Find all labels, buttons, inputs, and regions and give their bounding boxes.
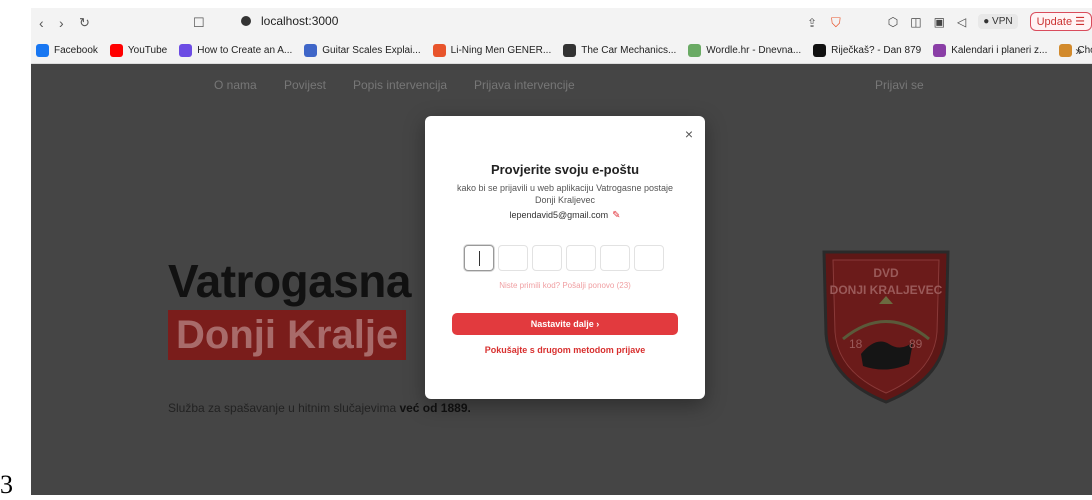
nav-login[interactable]: Prijavi se <box>875 78 924 92</box>
bookmark-favicon-icon <box>933 44 947 57</box>
edit-email-icon[interactable]: ✎ <box>612 210 620 221</box>
site-info-icon[interactable] <box>241 16 251 26</box>
continue-label: Nastavite dalje <box>530 319 594 329</box>
bookmark-favicon-icon <box>36 44 49 57</box>
bookmark-favicon-icon <box>179 44 193 57</box>
bookmark-label: Wordle.hr - Dnevna... <box>706 45 802 56</box>
bookmark-favicon-icon <box>432 44 446 57</box>
code-input-row <box>464 245 664 271</box>
nav-item-popis-intervencija[interactable]: Popis intervencija <box>353 78 447 92</box>
nav-item-o-nama[interactable]: O nama <box>214 78 257 92</box>
browser-toolbar: ‹ › ↻ ☐ localhost:3000 ⇪ ⛉ ⬡ ◫ ▣ ◁ ● VPN… <box>31 8 1092 38</box>
verification-modal: × Provjerite svoju e-poštu kako bi se pr… <box>425 116 705 399</box>
code-digit-input[interactable] <box>566 245 596 271</box>
bookmark-item[interactable]: Guitar Scales Explai... <box>304 44 421 57</box>
modal-email: lependavid5@gmail.com <box>509 210 609 220</box>
bookmark-item[interactable]: Facebook <box>36 44 98 57</box>
bookmark-label: Riječkaš? - Dan 879 <box>831 45 922 56</box>
back-icon[interactable]: ‹ <box>39 13 44 33</box>
code-digit-input[interactable] <box>600 245 630 271</box>
bookmark-item[interactable]: Wordle.hr - Dnevna... <box>688 44 801 57</box>
wallet-icon[interactable]: ▣ <box>934 15 945 29</box>
hero-tagline: Služba za spašavanje u hitnim slučajevim… <box>168 401 471 415</box>
bookmark-label: The Car Mechanics... <box>581 45 677 56</box>
extensions-icon[interactable]: ⬡ <box>888 15 898 29</box>
bookmark-item[interactable]: YouTube <box>109 44 168 57</box>
code-digit-input[interactable] <box>498 245 528 271</box>
continue-arrow-icon: › <box>596 319 600 329</box>
modal-email-row: lependavid5@gmail.com ✎ <box>425 210 705 221</box>
vpn-button[interactable]: ● VPN <box>978 14 1018 29</box>
bookmark-item[interactable]: Kalendari i planeri z... <box>933 44 1047 57</box>
modal-title: Provjerite svoju e-poštu <box>490 162 640 177</box>
nav-item-povijest[interactable]: Povijest <box>284 78 326 92</box>
code-digit-input[interactable] <box>532 245 562 271</box>
bookmark-favicon-icon <box>688 44 702 57</box>
bookmark-label: Guitar Scales Explai... <box>322 45 421 56</box>
resend-code-link[interactable]: Niste primili kod? Pošalji ponovo (23) <box>425 281 705 290</box>
rewards-icon[interactable]: ◁ <box>957 15 966 29</box>
bookmark-label: YouTube <box>127 45 168 56</box>
alternate-login-link[interactable]: Pokušajte s drugom metodom prijave <box>425 345 705 355</box>
crest-year-right: 89 <box>909 337 923 351</box>
share-icon[interactable]: ⇪ <box>807 13 817 33</box>
toolbar-right-icons: ⬡ ◫ ▣ ◁ ● VPN Update ☰ <box>888 12 1092 31</box>
close-icon[interactable]: × <box>685 126 693 142</box>
forward-icon[interactable]: › <box>59 13 64 33</box>
bookmark-label: Li-Ning Men GENER... <box>450 45 552 56</box>
page-marker: 3 <box>0 470 13 499</box>
modal-subtitle: kako bi se prijavili u web aplikaciju Va… <box>457 183 673 205</box>
bookmark-favicon-icon <box>1059 44 1073 57</box>
address-text: localhost:3000 <box>261 14 339 28</box>
page-content: O nama Povijest Popis intervencija Prija… <box>31 64 1092 495</box>
hero-title-line1: Vatrogasna <box>168 255 412 307</box>
bookmark-favicon-icon <box>304 44 318 57</box>
crest-top-text: DVD <box>873 266 899 280</box>
bookmark-item[interactable]: The Car Mechanics... <box>563 44 676 57</box>
bookmarks-bar: Facebook YouTube How to Create an A... Guit… <box>31 38 1092 64</box>
crest-logo: DVD DONJI KRALJEVEC 18 89 <box>822 250 950 404</box>
bookmark-label: How to Create an A... <box>197 45 293 56</box>
code-digit-input[interactable] <box>634 245 664 271</box>
text-caret <box>479 251 480 266</box>
update-button[interactable]: Update ☰ <box>1029 12 1092 31</box>
reload-icon[interactable]: ↻ <box>79 13 90 33</box>
bookmark-label: Facebook <box>54 45 98 56</box>
brave-shield-icon[interactable]: ⛉ <box>831 13 841 33</box>
tagline-bold: već od 1889. <box>399 401 471 415</box>
bookmark-item[interactable]: Riječkaš? - Dan 879 <box>813 44 921 57</box>
code-digit-input[interactable] <box>464 245 494 271</box>
bookmark-label: Kalendari i planeri z... <box>951 45 1048 56</box>
update-label: Update <box>1036 16 1073 28</box>
bookmark-favicon-icon <box>563 44 577 57</box>
browser-window: ‹ › ↻ ☐ localhost:3000 ⇪ ⛉ ⬡ ◫ ▣ ◁ ● VPN… <box>31 8 1092 495</box>
bookmark-item[interactable]: Li-Ning Men GENER... <box>432 44 552 57</box>
address-bar[interactable]: localhost:3000 <box>241 14 338 28</box>
crest-name: DONJI KRALJEVEC <box>830 283 943 297</box>
vpn-label: VPN <box>992 16 1013 27</box>
nav-item-prijava-intervencije[interactable]: Prijava intervencije <box>474 78 575 92</box>
bookmark-favicon-icon <box>813 44 827 57</box>
continue-button[interactable]: Nastavite dalje › <box>452 313 678 335</box>
crest-year-left: 18 <box>849 337 863 351</box>
sidebar-icon[interactable]: ◫ <box>910 15 921 29</box>
tagline-text: Služba za spašavanje u hitnim slučajevim… <box>168 401 400 415</box>
bookmark-icon[interactable]: ☐ <box>193 13 205 33</box>
hero-title-line2: Donji Kralje <box>168 310 407 360</box>
bookmark-favicon-icon <box>109 44 123 57</box>
bookmarks-overflow-icon[interactable]: » <box>1075 44 1082 58</box>
bookmark-item[interactable]: How to Create an A... <box>179 44 292 57</box>
